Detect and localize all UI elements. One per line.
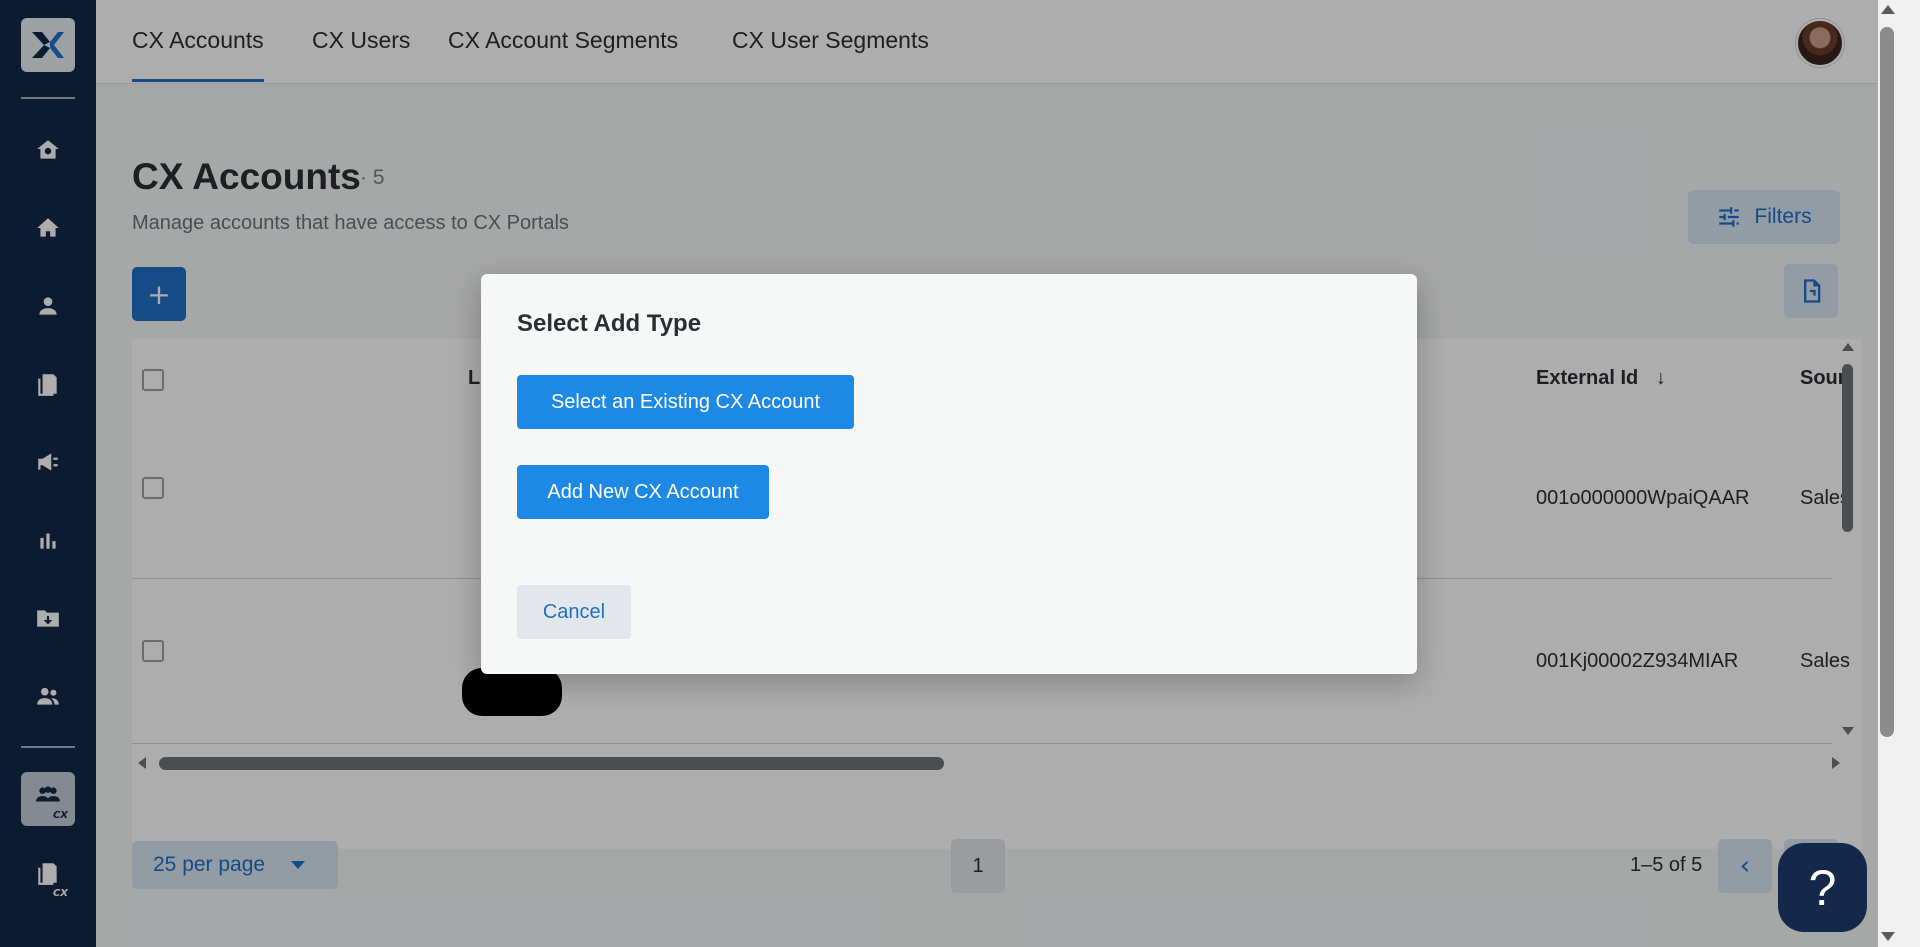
add-new-account-button[interactable]: Add New CX Account [517,465,769,519]
page-scroll-down-icon[interactable] [1881,932,1895,941]
page-scroll-up-icon[interactable] [1881,5,1895,14]
help-button[interactable]: ? [1778,843,1867,932]
select-existing-account-button[interactable]: Select an Existing CX Account [517,375,854,429]
cancel-button[interactable]: Cancel [517,585,631,639]
select-add-type-dialog: Select Add Type Select an Existing CX Ac… [481,274,1417,674]
page-scroll-thumb[interactable] [1880,27,1894,737]
dialog-title: Select Add Type [517,310,702,337]
